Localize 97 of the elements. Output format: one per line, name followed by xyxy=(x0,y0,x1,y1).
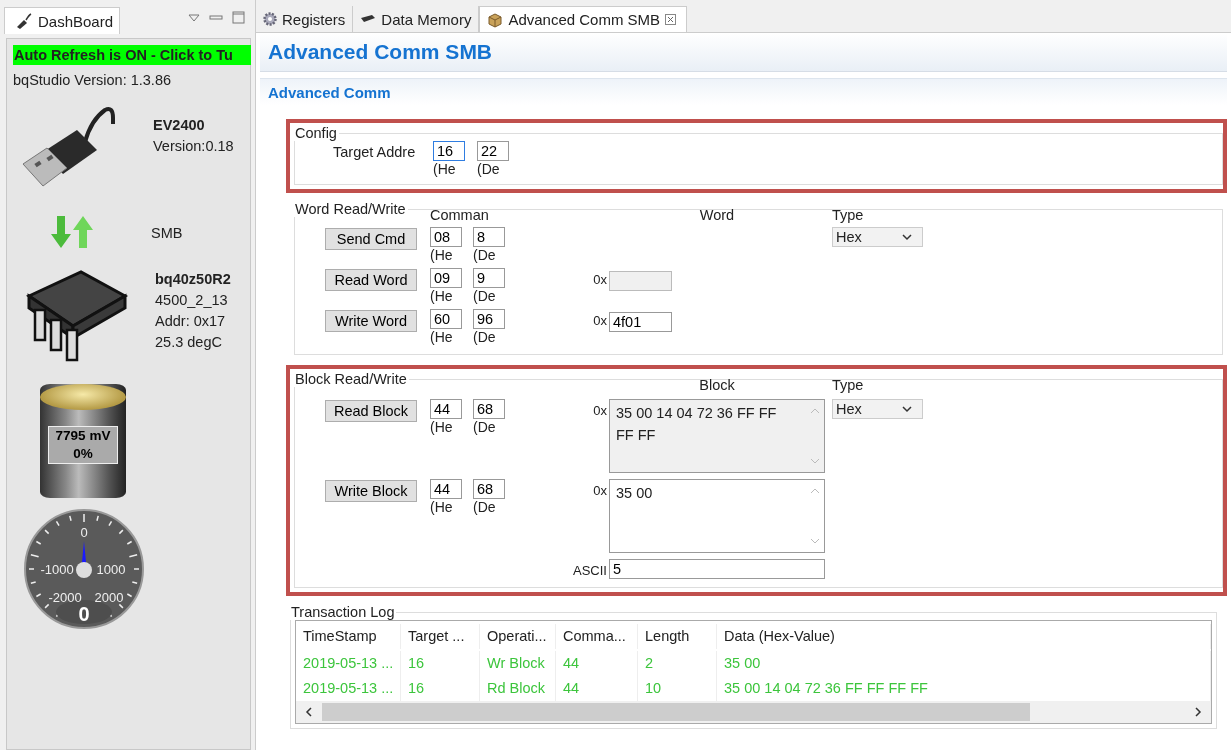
column-header: Block xyxy=(698,377,736,393)
column-header: Word xyxy=(698,207,736,223)
hex-field[interactable]: 44 xyxy=(430,399,462,419)
field-label: Target Addre xyxy=(333,143,417,162)
battery-charge: 0% xyxy=(73,445,93,463)
block-data-field[interactable]: 35 00 14 04 72 36 FF FF FF FF xyxy=(609,399,825,473)
hex-field[interactable]: 16 xyxy=(433,141,465,161)
decimal-field[interactable]: 68 xyxy=(473,479,505,499)
chevron-down-icon xyxy=(902,405,912,413)
type-dropdown[interactable]: Hex xyxy=(832,399,923,419)
table-cell: 2019-05-13 ... xyxy=(296,651,401,676)
gauge-label: 1000 xyxy=(96,562,126,577)
editor-tab[interactable]: Registers xyxy=(256,6,354,32)
group-legend: Word Read/Write xyxy=(293,201,408,217)
minimize-icon[interactable] xyxy=(209,12,223,23)
field-caption: (De xyxy=(473,499,497,516)
action-button[interactable]: Read Block xyxy=(325,400,417,422)
field-caption: (De xyxy=(473,329,497,346)
table-cell: 44 xyxy=(556,651,638,676)
group-legend: Transaction Log xyxy=(289,604,397,620)
section-title: Advanced Comm xyxy=(268,83,391,101)
close-icon[interactable] xyxy=(665,14,677,25)
adapter-name: EV2400 xyxy=(153,116,206,135)
action-button[interactable]: Write Block xyxy=(325,480,417,502)
hex-prefix: 0x xyxy=(592,271,608,287)
column-header[interactable]: Target ... xyxy=(401,623,480,649)
field-caption: (He xyxy=(430,288,454,305)
field-caption: (De xyxy=(473,288,497,305)
word-value-field[interactable]: 4f01 xyxy=(609,312,672,332)
table-cell: 2 xyxy=(638,651,717,676)
table-cell: Wr Block xyxy=(480,651,556,676)
field-caption: (De xyxy=(477,161,501,178)
adapter-version: Version:0.18 xyxy=(153,137,234,156)
decimal-field[interactable]: 9 xyxy=(473,268,505,288)
action-button[interactable]: Send Cmd xyxy=(325,228,417,250)
field-caption: (He xyxy=(430,247,454,264)
view-menu-icon[interactable] xyxy=(188,12,200,23)
word-value-field[interactable] xyxy=(609,271,672,291)
block-data-field[interactable]: 35 00 xyxy=(609,479,825,553)
version-value: 1.3.86 xyxy=(130,72,172,88)
hex-field[interactable]: 60 xyxy=(430,309,462,329)
horizontal-scrollbar[interactable] xyxy=(296,701,1211,723)
dashboard-tab[interactable]: DashBoard xyxy=(4,7,121,34)
usb-plug-icon xyxy=(15,13,33,29)
device-name: bq40z50R2 xyxy=(155,270,231,289)
hex-field[interactable]: 08 xyxy=(430,227,462,247)
column-header[interactable]: Operati... xyxy=(480,623,556,649)
action-button[interactable]: Write Word xyxy=(325,310,417,332)
column-header: Type xyxy=(832,377,865,393)
battery-voltage: 7795 mV xyxy=(55,427,111,445)
gauge-label: -1000 xyxy=(40,562,74,577)
column-header: Type xyxy=(832,207,865,223)
column-header[interactable]: TimeStamp xyxy=(296,623,401,649)
auto-refresh-banner[interactable]: Auto Refresh is ON - Click to Tu xyxy=(13,45,251,65)
gauge-hub xyxy=(76,562,92,578)
device-info: Addr: 0x17 xyxy=(155,312,227,331)
field-caption: (He xyxy=(430,499,454,516)
editor-tab[interactable]: Advanced Comm SMB xyxy=(479,6,688,32)
decimal-field[interactable]: 22 xyxy=(477,141,509,161)
gauge-label: 2000 xyxy=(94,590,124,605)
column-header: Comman xyxy=(430,207,490,223)
column-header[interactable]: Comma... xyxy=(556,623,638,649)
group-legend: Config xyxy=(293,125,339,141)
hex-prefix: 0x xyxy=(592,482,608,498)
ascii-field[interactable]: 5 xyxy=(609,559,825,579)
maximize-icon[interactable] xyxy=(232,11,245,24)
decimal-field[interactable]: 96 xyxy=(473,309,505,329)
hex-prefix: 0x xyxy=(592,312,608,328)
action-button[interactable]: Read Word xyxy=(325,269,417,291)
table-cell: 35 00 xyxy=(717,651,1211,676)
box-icon xyxy=(487,11,504,28)
column-header[interactable]: Data (Hex-Value) xyxy=(717,623,1211,649)
hex-prefix: 0x xyxy=(592,402,608,418)
field-caption: (De xyxy=(473,419,497,436)
type-dropdown[interactable]: Hex xyxy=(832,227,923,247)
hex-field[interactable]: 44 xyxy=(430,479,462,499)
device-info: 4500_2_13 xyxy=(155,291,229,310)
memory-stick-icon xyxy=(360,14,377,24)
gauge-label: 0 xyxy=(80,525,88,540)
group-legend: Block Read/Write xyxy=(293,371,409,387)
version-label: bqStudio Version: xyxy=(13,72,127,88)
gauge-label: -2000 xyxy=(48,590,82,605)
field-caption: (He xyxy=(430,329,454,346)
gauge-reading: 0 xyxy=(78,603,90,625)
decimal-field[interactable]: 68 xyxy=(473,399,505,419)
table-cell: 16 xyxy=(401,651,480,676)
column-header[interactable]: Length xyxy=(638,623,717,649)
field-label: ASCII xyxy=(572,562,608,578)
field-caption: (He xyxy=(433,161,457,178)
chevron-down-icon xyxy=(902,233,912,241)
hex-field[interactable]: 09 xyxy=(430,268,462,288)
field-caption: (He xyxy=(430,419,454,436)
device-info: 25.3 degC xyxy=(155,333,223,352)
gear-icon xyxy=(263,12,277,26)
field-caption: (De xyxy=(473,247,497,264)
bus-label: SMB xyxy=(151,225,183,241)
decimal-field[interactable]: 8 xyxy=(473,227,505,247)
